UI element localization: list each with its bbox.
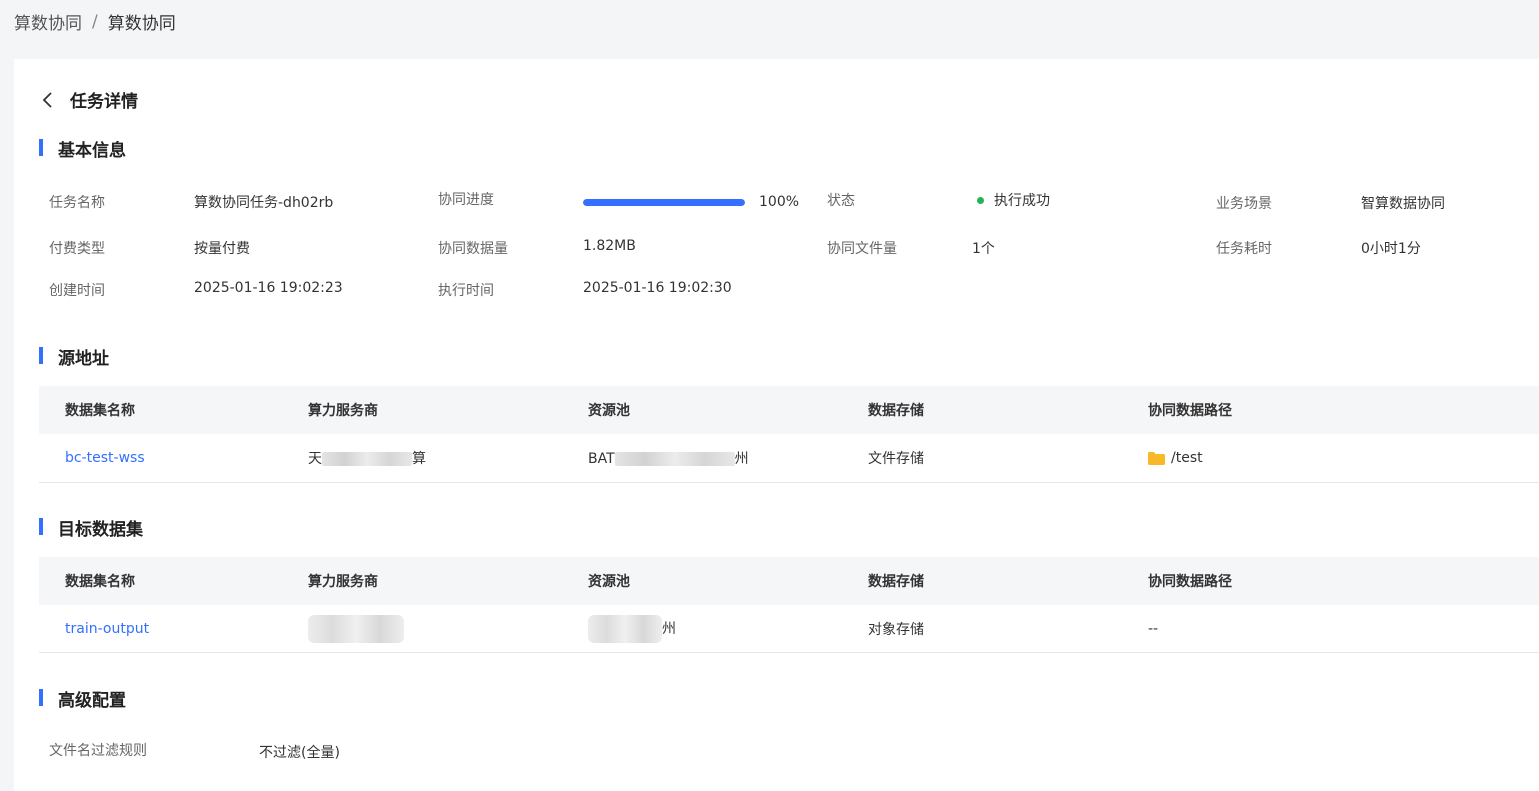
- folder-icon: [1148, 451, 1165, 465]
- detail-card: 任务详情 基本信息 任务名称 算数协同任务-dh02rb 协同进度 100% 状…: [14, 59, 1539, 791]
- provider-cell: 天算: [308, 448, 588, 468]
- redacted-block: [322, 452, 412, 466]
- path-text: /test: [1171, 450, 1203, 466]
- path-cell: --: [1148, 620, 1159, 637]
- exec-time-value: 2025-01-16 19:02:30: [583, 280, 732, 296]
- table-header: 数据集名称 算力服务商 资源池 数据存储 协同数据路径: [39, 557, 1539, 605]
- header-dataset: 数据集名称: [65, 403, 135, 419]
- pool-cell: BAT 州: [588, 448, 868, 468]
- exec-time-label: 执行时间: [438, 283, 494, 299]
- pay-type-value: 按量付费: [194, 241, 250, 257]
- redacted-block: [614, 452, 735, 466]
- storage-cell: 对象存储: [868, 621, 924, 638]
- progress-bar: [583, 199, 745, 206]
- header-path: 协同数据路径: [1148, 403, 1232, 419]
- provider-text-end: 算: [412, 451, 426, 467]
- provider-text-start: 天: [308, 451, 322, 467]
- task-name-label: 任务名称: [49, 195, 105, 211]
- table-row: train-output 州 对象存储 --: [39, 605, 1539, 653]
- file-count-label: 协同文件量: [827, 241, 897, 257]
- section-source: 源地址: [39, 344, 109, 369]
- progress-text: 100%: [759, 194, 800, 210]
- breadcrumb: 算数协同 / 算数协同: [14, 9, 176, 35]
- header-provider: 算力服务商: [308, 403, 378, 419]
- scene-value: 智算数据协同: [1361, 196, 1445, 212]
- section-basic-info: 基本信息: [39, 136, 126, 161]
- dataset-link[interactable]: train-output: [65, 621, 149, 637]
- scene-label: 业务场景: [1216, 196, 1272, 212]
- breadcrumb-parent[interactable]: 算数协同: [14, 9, 82, 34]
- header-path: 协同数据路径: [1148, 574, 1232, 590]
- storage-cell: 文件存储: [868, 451, 924, 467]
- table-header: 数据集名称 算力服务商 资源池 数据存储 协同数据路径: [39, 386, 1539, 434]
- pool-text-end: 州: [662, 620, 676, 637]
- duration-value: 0小时1分: [1361, 241, 1421, 257]
- data-size-value: 1.82MB: [583, 238, 636, 254]
- table-row: bc-test-wss 天算 BAT 州 文件存储 /test: [39, 434, 1539, 483]
- header-storage: 数据存储: [868, 403, 924, 419]
- path-cell: /test: [1148, 450, 1539, 466]
- created-time-value: 2025-01-16 19:02:23: [194, 280, 343, 296]
- pay-type-label: 付费类型: [49, 241, 105, 257]
- data-size-label: 协同数据量: [438, 241, 508, 257]
- pool-text-start: BAT: [588, 451, 615, 467]
- redacted-block: [308, 614, 404, 643]
- duration-label: 任务耗时: [1216, 241, 1272, 257]
- pool-text-end: 州: [734, 451, 749, 467]
- redacted-block: [588, 614, 662, 643]
- provider-cell: [308, 614, 588, 643]
- progress-fill: [583, 199, 745, 206]
- header-storage: 数据存储: [868, 574, 924, 590]
- header-pool: 资源池: [588, 574, 630, 590]
- page-title: 任务详情: [70, 92, 138, 112]
- file-count-value: 1个: [972, 241, 995, 257]
- section-advanced: 高级配置: [39, 686, 126, 711]
- source-table: 数据集名称 算力服务商 资源池 数据存储 协同数据路径 bc-test-wss …: [39, 386, 1539, 483]
- task-name-value: 算数协同任务-dh02rb: [194, 195, 334, 211]
- breadcrumb-current: 算数协同: [107, 14, 176, 34]
- target-table: 数据集名称 算力服务商 资源池 数据存储 协同数据路径 train-output…: [39, 557, 1539, 653]
- created-time-label: 创建时间: [49, 283, 105, 299]
- status-dot-icon: [977, 197, 984, 204]
- status-label: 状态: [827, 193, 855, 209]
- page-header: 任务详情: [40, 87, 138, 112]
- header-pool: 资源池: [588, 403, 630, 419]
- progress-label: 协同进度: [438, 192, 494, 208]
- filter-rule-value: 不过滤(全量): [259, 745, 340, 761]
- filter-rule-label: 文件名过滤规则: [49, 743, 147, 759]
- breadcrumb-separator: /: [92, 11, 98, 32]
- section-target: 目标数据集: [39, 515, 143, 540]
- header-provider: 算力服务商: [308, 574, 378, 590]
- chevron-left-icon[interactable]: [40, 90, 56, 110]
- header-dataset: 数据集名称: [65, 574, 135, 590]
- pool-cell: 州: [588, 614, 868, 643]
- dataset-link[interactable]: bc-test-wss: [65, 450, 145, 466]
- status-value: 执行成功: [994, 193, 1050, 209]
